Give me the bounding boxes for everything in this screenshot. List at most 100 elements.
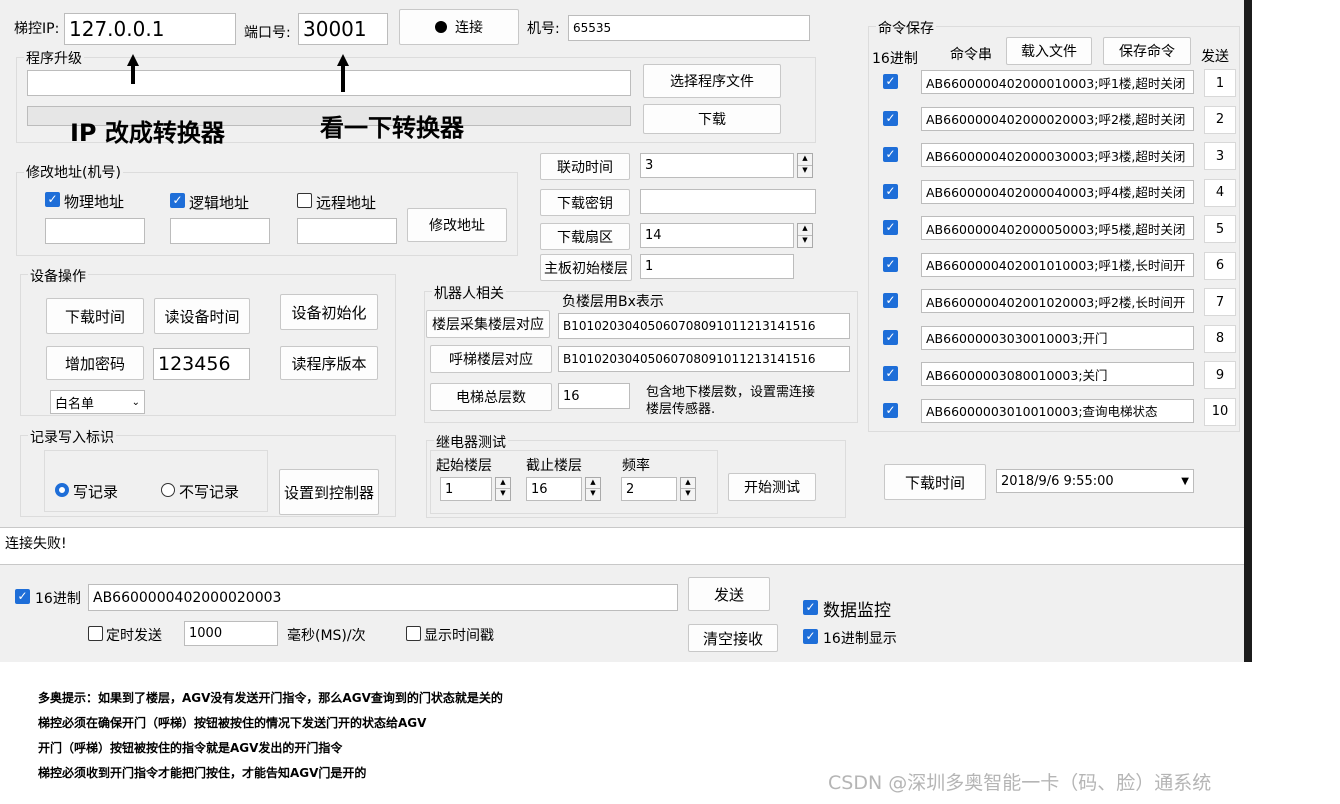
timer-send-checkbox[interactable] [88, 626, 103, 641]
hex-display-label: 16进制显示 [823, 631, 897, 647]
note-line: 开门（呼梯）按钮被按住的指令就是AGV发出的开门指令 [38, 741, 343, 755]
command-hex-checkbox[interactable]: ✓ [883, 220, 898, 235]
command-hex-checkbox[interactable]: ✓ [883, 366, 898, 381]
data-monitor-checkbox[interactable]: ✓ [803, 600, 818, 615]
start-floor-spinner[interactable]: ▲ ▼ [495, 477, 511, 501]
window-edge [1244, 0, 1252, 662]
save-command-button[interactable]: 保存命令 [1103, 37, 1191, 65]
end-floor-input[interactable]: 16 [526, 477, 582, 501]
read-device-time-button[interactable]: 读设备时间 [154, 298, 250, 334]
command-send-button[interactable]: 2 [1204, 105, 1236, 134]
download-sector-input[interactable]: 14 [640, 223, 794, 248]
download-key-button[interactable]: 下载密钥 [540, 189, 630, 216]
logical-input[interactable] [170, 218, 270, 244]
list-select[interactable]: 白名单 ⌄ [50, 390, 145, 414]
read-version-button[interactable]: 读程序版本 [280, 346, 378, 380]
device-title: 设备操作 [28, 266, 88, 286]
frequency-spinner[interactable]: ▲ ▼ [680, 477, 696, 501]
start-floor-input[interactable]: 1 [440, 477, 492, 501]
command-string-input[interactable]: AB6600000402001010003;呼1楼,长时间开 [921, 252, 1194, 277]
total-floors-button[interactable]: 电梯总层数 [430, 383, 552, 411]
command-string-input[interactable]: AB6600000402001020003;呼2楼,长时间开 [921, 289, 1194, 313]
record-title: 记录写入标识 [28, 427, 116, 447]
password-input[interactable]: 123456 [153, 348, 250, 380]
cmd-download-time-button[interactable]: 下载时间 [884, 464, 986, 500]
device-download-time-button[interactable]: 下载时间 [46, 298, 144, 334]
ip-input[interactable]: 127.0.0.1 [64, 13, 236, 45]
device-init-button[interactable]: 设备初始化 [280, 294, 378, 330]
init-floor-button[interactable]: 主板初始楼层 [540, 254, 632, 281]
command-send-button[interactable]: 4 [1204, 178, 1236, 207]
connect-button[interactable]: 连接 [399, 9, 519, 45]
physical-checkbox[interactable]: ✓ [45, 192, 60, 207]
init-floor-input[interactable]: 1 [640, 254, 794, 279]
physical-input[interactable] [45, 218, 145, 244]
command-string-input[interactable]: AB6600000402000050003;呼5楼,超时关闭 [921, 216, 1194, 240]
linkage-time-input[interactable]: 3 [640, 153, 794, 178]
command-string-input[interactable]: AB66000003010010003;查询电梯状态 [921, 398, 1194, 423]
send-hex-checkbox[interactable]: ✓ [15, 589, 30, 604]
clear-receive-button[interactable]: 清空接收 [688, 624, 778, 652]
command-send-button[interactable]: 8 [1204, 324, 1236, 353]
command-send-button[interactable]: 10 [1204, 397, 1236, 426]
file-path-input[interactable] [27, 70, 631, 96]
download-button[interactable]: 下载 [643, 104, 781, 134]
add-password-button[interactable]: 增加密码 [46, 346, 144, 380]
command-string-input[interactable]: AB66000003030010003;开门 [921, 325, 1194, 350]
linkage-time-button[interactable]: 联动时间 [540, 153, 630, 180]
receive-log[interactable]: 连接失败! [0, 527, 1244, 565]
command-send-button[interactable]: 3 [1204, 142, 1236, 170]
load-file-button[interactable]: 载入文件 [1006, 37, 1092, 65]
modify-address-button[interactable]: 修改地址 [407, 208, 507, 242]
select-file-button[interactable]: 选择程序文件 [643, 64, 781, 98]
logical-checkbox[interactable]: ✓ [170, 193, 185, 208]
send-column-label: 发送 [1201, 49, 1229, 65]
datetime-picker[interactable]: 2018/9/6 9:55:00 ▼ [996, 469, 1194, 493]
connect-label: 连接 [455, 20, 483, 36]
no-write-record-radio[interactable] [161, 483, 175, 497]
command-send-button[interactable]: 1 [1204, 69, 1236, 97]
start-test-button[interactable]: 开始测试 [728, 473, 816, 501]
command-hex-checkbox[interactable]: ✓ [883, 402, 898, 418]
command-string-input[interactable]: AB6600000402000030003;呼3楼,超时关闭 [921, 143, 1194, 167]
floor-map-button[interactable]: 楼层采集楼层对应 [426, 310, 550, 338]
command-hex-checkbox[interactable]: ✓ [883, 110, 898, 126]
command-send-button[interactable]: 5 [1204, 215, 1236, 243]
floor-map-input[interactable]: B10102030405060708091011213141516 [558, 313, 850, 339]
command-hex-checkbox[interactable]: ✓ [883, 256, 898, 272]
download-sector-button[interactable]: 下载扇区 [540, 223, 630, 250]
machine-input[interactable]: 65535 [568, 15, 810, 41]
download-sector-spinner[interactable]: ▲ ▼ [797, 223, 813, 248]
end-floor-spinner[interactable]: ▲ ▼ [585, 477, 601, 501]
total-floors-input[interactable]: 16 [558, 383, 630, 409]
command-string-input[interactable]: AB66000003080010003;关门 [921, 362, 1194, 386]
call-map-button[interactable]: 呼梯楼层对应 [430, 345, 552, 373]
command-hex-checkbox[interactable]: ✓ [883, 183, 898, 199]
write-record-radio[interactable] [55, 483, 69, 497]
call-map-input[interactable]: B10102030405060708091011213141516 [558, 346, 850, 372]
command-string-input[interactable]: AB6600000402000020003;呼2楼,超时关闭 [921, 106, 1194, 131]
command-string-input[interactable]: AB6600000402000010003;呼1楼,超时关闭 [921, 70, 1194, 94]
command-send-button[interactable]: 6 [1204, 251, 1236, 280]
show-timestamp-checkbox[interactable] [406, 626, 421, 641]
command-hex-checkbox[interactable]: ✓ [883, 293, 898, 308]
send-button[interactable]: 发送 [688, 577, 770, 611]
remote-input[interactable] [297, 218, 397, 244]
port-input[interactable]: 30001 [298, 13, 388, 45]
apply-controller-button[interactable]: 设置到控制器 [279, 469, 379, 515]
command-string-input[interactable]: AB6600000402000040003;呼4楼,超时关闭 [921, 179, 1194, 204]
command-hex-checkbox[interactable]: ✓ [883, 329, 898, 345]
command-hex-checkbox[interactable]: ✓ [883, 147, 898, 162]
frequency-input[interactable]: 2 [621, 477, 677, 501]
command-send-button[interactable]: 7 [1204, 288, 1236, 316]
command-hex-checkbox[interactable]: ✓ [883, 74, 898, 89]
remote-checkbox[interactable] [297, 193, 312, 208]
linkage-time-spinner[interactable]: ▲ ▼ [797, 153, 813, 178]
hex-display-checkbox[interactable]: ✓ [803, 629, 818, 644]
download-key-input[interactable] [640, 189, 816, 214]
start-floor-label: 起始楼层 [436, 458, 492, 474]
timer-interval-input[interactable]: 1000 [184, 621, 278, 646]
arrow-up-icon [127, 54, 139, 66]
send-command-input[interactable]: AB6600000402000020003 [88, 584, 678, 611]
command-send-button[interactable]: 9 [1204, 361, 1236, 389]
